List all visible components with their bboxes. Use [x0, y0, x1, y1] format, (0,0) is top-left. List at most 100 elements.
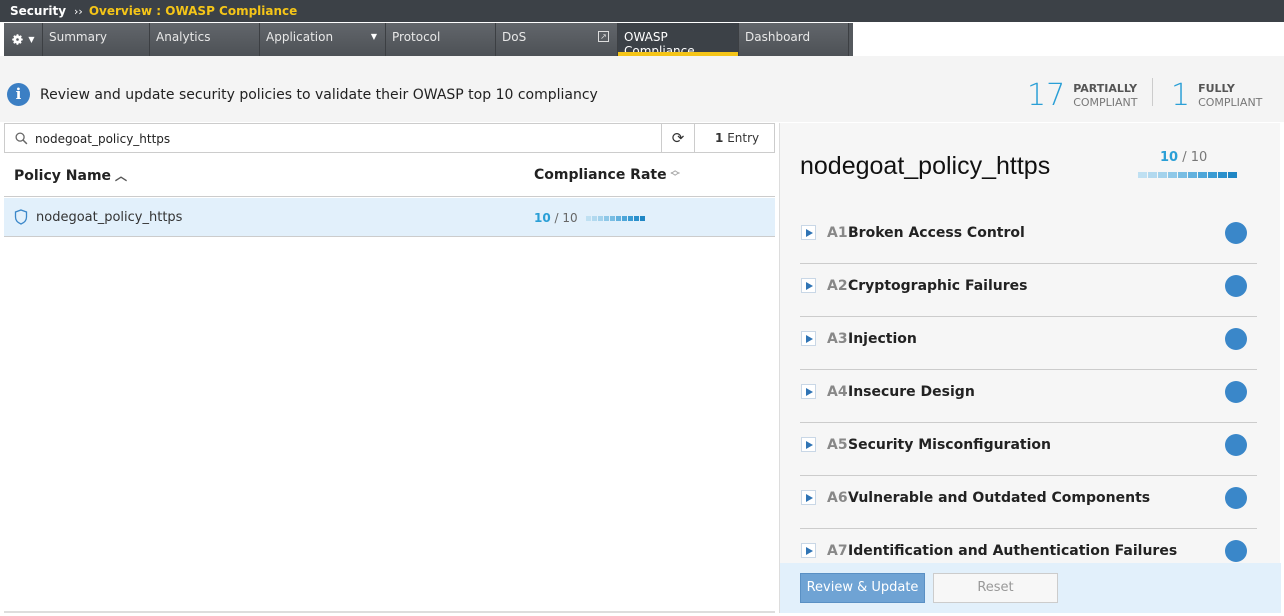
owasp-category-row[interactable]: A4 Insecure Design: [800, 370, 1257, 423]
owasp-category-row[interactable]: A2 Cryptographic Failures: [800, 264, 1257, 317]
tab-label: Application: [266, 30, 334, 44]
fully-compliant-stat[interactable]: 1 FULLY COMPLIANT: [1171, 78, 1262, 113]
expand-arrow-icon[interactable]: [801, 331, 816, 346]
progress-segment: [1178, 172, 1187, 178]
policy-list-panel: ⟳ 1 Entry Policy Name︿ Compliance Rate︿﹀…: [4, 123, 775, 613]
breadcrumb: Security ›› Overview : OWASP Compliance: [0, 0, 1284, 22]
gear-menu-button[interactable]: ▼: [4, 23, 43, 56]
progress-segment: [622, 216, 627, 221]
partially-compliant-stat[interactable]: 17 PARTIALLY COMPLIANT: [1027, 78, 1138, 113]
category-title: Injection: [848, 331, 917, 347]
policy-title: nodegoat_policy_https: [800, 152, 1051, 180]
category-code: A5: [827, 437, 848, 453]
column-header-label: Compliance Rate: [534, 167, 667, 183]
progress-segment: [616, 216, 621, 221]
category-title: Security Misconfiguration: [848, 437, 1051, 453]
category-code: A4: [827, 384, 848, 400]
compliance-status-dot: [1225, 434, 1247, 456]
category-title: Broken Access Control: [848, 225, 1025, 241]
progress-segment: [634, 216, 639, 221]
category-code: A2: [827, 278, 848, 294]
progress-segment: [610, 216, 615, 221]
tab-protocol[interactable]: Protocol: [386, 23, 496, 56]
policy-name-cell[interactable]: nodegoat_policy_https: [36, 210, 182, 225]
expand-arrow-icon[interactable]: [801, 437, 816, 452]
stat-label-line: PARTIALLY: [1073, 81, 1138, 95]
owasp-category-row[interactable]: A1 Broken Access Control: [800, 211, 1257, 264]
breadcrumb-root[interactable]: Security: [10, 4, 66, 18]
breadcrumb-current: Overview : OWASP Compliance: [88, 4, 298, 18]
entry-count-number: 1: [715, 131, 724, 145]
tab-analytics[interactable]: Analytics: [150, 23, 260, 56]
tab-strip: ▼ Summary Analytics Application ▼ Protoco…: [4, 23, 853, 58]
progress-segment: [598, 216, 603, 221]
tabs-row: ▼ Summary Analytics Application ▼ Protoco…: [0, 22, 1284, 58]
expand-arrow-icon[interactable]: [801, 384, 816, 399]
category-code: A6: [827, 490, 848, 506]
policy-score: 10 / 10: [1160, 150, 1207, 165]
info-icon: i: [7, 83, 30, 106]
owasp-category-row[interactable]: A5 Security Misconfiguration: [800, 423, 1257, 476]
search-icon: [15, 132, 28, 145]
progress-segment: [1198, 172, 1207, 178]
column-header-label: Policy Name: [14, 168, 112, 184]
category-code: A7: [827, 543, 848, 559]
external-link-icon: ↗: [598, 31, 609, 42]
reset-button[interactable]: Reset: [933, 573, 1058, 603]
progress-segment: [586, 216, 591, 221]
category-title: Insecure Design: [848, 384, 975, 400]
progress-segment: [1188, 172, 1197, 178]
tab-dashboard[interactable]: Dashboard: [739, 23, 849, 56]
progress-segment: [628, 216, 633, 221]
table-header: Policy Name ︿ Compliance Rate ︿ ﹀: [4, 153, 775, 197]
category-code: A1: [827, 225, 848, 241]
info-row: i Review and update security policies to…: [0, 56, 1284, 122]
refresh-icon: ⟳: [671, 129, 685, 147]
stat-label-line: COMPLIANT: [1073, 95, 1138, 109]
chevron-down-icon: ▼: [370, 32, 377, 41]
table-row[interactable]: nodegoat_policy_https 10 / 10: [4, 198, 775, 237]
category-title: Cryptographic Failures: [848, 278, 1028, 294]
search-bar: ⟳ 1 Entry: [4, 123, 775, 153]
owasp-category-row[interactable]: A6 Vulnerable and Outdated Components: [800, 476, 1257, 529]
owasp-category-row[interactable]: A3 Injection: [800, 317, 1257, 370]
expand-arrow-icon[interactable]: [801, 278, 816, 293]
column-header-policy-name[interactable]: Policy Name ︿: [14, 167, 127, 184]
tab-label: Summary: [49, 30, 107, 44]
detail-footer: Review & Update Reset: [780, 563, 1281, 613]
expand-arrow-icon[interactable]: [801, 225, 816, 240]
progress-segment: [592, 216, 597, 221]
partially-compliant-label: PARTIALLY COMPLIANT: [1073, 82, 1137, 110]
review-update-button[interactable]: Review & Update: [800, 573, 925, 603]
tab-label: Protocol: [392, 30, 441, 44]
compliance-rate-cell: 10 / 10: [534, 211, 578, 225]
progress-segment: [1138, 172, 1147, 178]
progress-segment: [1148, 172, 1157, 178]
compliance-status-dot: [1225, 540, 1247, 562]
compliance-status-dot: [1225, 328, 1247, 350]
gear-icon: [12, 34, 24, 45]
partially-compliant-count: 17: [1027, 78, 1066, 113]
policy-detail-panel: nodegoat_policy_https 10 / 10 A1 Broken …: [779, 123, 1281, 613]
policy-score-value: 10: [1160, 150, 1179, 165]
progress-segment: [1168, 172, 1177, 178]
progress-segment: [1158, 172, 1167, 178]
shield-icon: [14, 209, 28, 225]
tab-owasp-compliance[interactable]: OWASP Compliance: [618, 23, 739, 58]
expand-arrow-icon[interactable]: [801, 490, 816, 505]
category-title: Identification and Authentication Failur…: [848, 543, 1178, 559]
tab-dos[interactable]: DoS ↗: [496, 23, 618, 56]
breadcrumb-separator: ››: [74, 4, 83, 18]
stat-label-line: FULLY: [1198, 81, 1235, 95]
tab-summary[interactable]: Summary: [43, 23, 150, 56]
search-input[interactable]: [35, 129, 655, 149]
tab-application[interactable]: Application ▼: [260, 23, 386, 56]
progress-segment: [1208, 172, 1217, 178]
expand-arrow-icon[interactable]: [801, 543, 816, 558]
tab-label: Dashboard: [745, 30, 811, 44]
column-header-compliance-rate[interactable]: Compliance Rate ︿ ﹀: [534, 167, 680, 184]
progress-segment: [1218, 172, 1227, 178]
compliance-status-dot: [1225, 487, 1247, 509]
owasp-category-row[interactable]: A7 Identification and Authentication Fai…: [800, 529, 1257, 563]
refresh-button[interactable]: ⟳: [661, 124, 695, 152]
